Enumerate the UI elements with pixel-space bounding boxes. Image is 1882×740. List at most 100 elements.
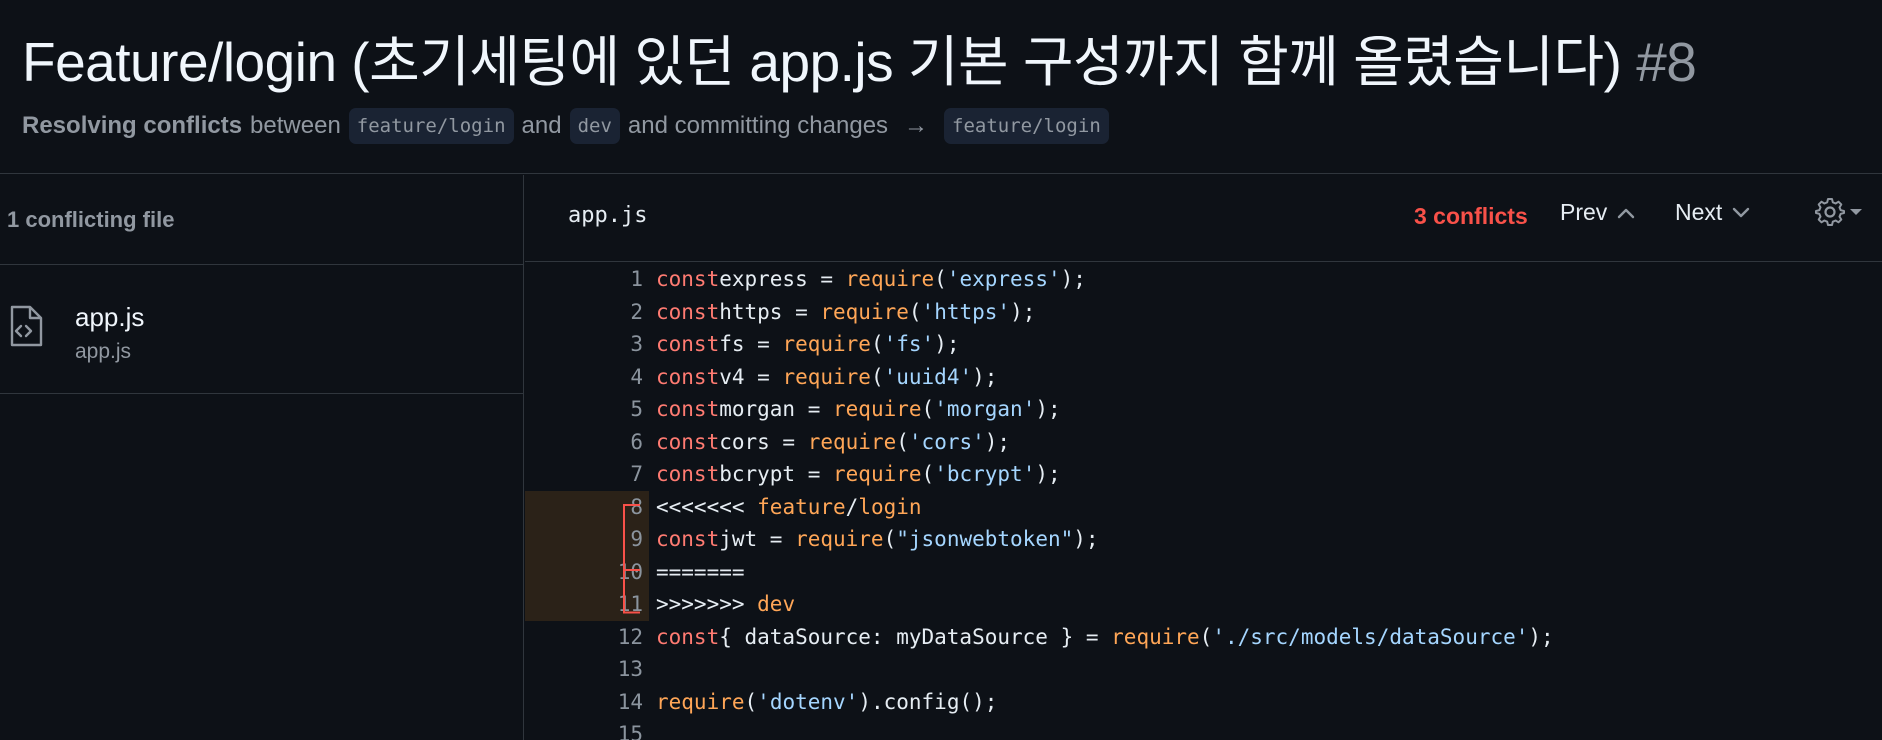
code-token: './src/models/dataSource' bbox=[1212, 624, 1529, 649]
code-token: login bbox=[858, 494, 922, 519]
line-text: const{ dataSource: myDataSource } = requ… bbox=[656, 621, 1554, 654]
sidebar-item-app-js[interactable]: app.js app.js bbox=[0, 265, 523, 394]
code-token: 'dotenv' bbox=[757, 689, 859, 714]
code-token: const bbox=[656, 429, 720, 454]
prev-conflict-button[interactable]: Prev bbox=[1560, 199, 1635, 226]
code-token: 'bcrypt' bbox=[934, 462, 1036, 486]
code-token: ( bbox=[883, 527, 897, 551]
code-token: require bbox=[782, 332, 871, 356]
code-line: 4 constv4 = require('uuid4'); bbox=[525, 361, 1882, 394]
code-token: morgan = bbox=[719, 397, 834, 421]
line-text: ======= bbox=[656, 556, 745, 589]
code-token: ======= bbox=[656, 559, 745, 584]
next-conflict-button[interactable]: Next bbox=[1675, 199, 1750, 226]
line-number: 6 bbox=[630, 429, 643, 454]
line-number: 5 bbox=[630, 397, 643, 421]
code-token: jwt = bbox=[719, 527, 796, 551]
conflict-file-sidebar: 1 conflicting file app.js app.js bbox=[0, 175, 524, 740]
code-token: express = bbox=[719, 267, 846, 291]
chevron-up-icon bbox=[1618, 208, 1635, 218]
code-token: 'https' bbox=[921, 299, 1011, 324]
line-number: 12 bbox=[617, 624, 643, 649]
code-line: 11 >>>>>>> dev bbox=[525, 588, 1882, 621]
code-line: 7 constbcrypt = require('bcrypt'); bbox=[525, 458, 1882, 491]
code-token: ).config(); bbox=[858, 689, 998, 714]
code-token: v4 = bbox=[719, 364, 783, 389]
code-token: ( bbox=[870, 364, 884, 389]
line-number: 2 bbox=[630, 299, 643, 324]
code-line: 5 constmorgan = require('morgan'); bbox=[525, 393, 1882, 426]
code-token: const bbox=[656, 624, 720, 649]
code-line: 6 constcors = require('cors'); bbox=[525, 426, 1882, 459]
code-token: require bbox=[1111, 624, 1200, 649]
code-token: bcrypt = bbox=[719, 462, 834, 486]
code-line: 3 constfs = require('fs'); bbox=[525, 328, 1882, 361]
code-token: ); bbox=[1060, 267, 1086, 291]
code-token: ( bbox=[921, 397, 935, 421]
code-token: 'cors' bbox=[908, 429, 985, 454]
code-token: ); bbox=[1035, 397, 1061, 421]
line-number: 3 bbox=[630, 332, 643, 356]
code-token: { dataSource: myDataSource } = bbox=[719, 624, 1112, 649]
line-number: 7 bbox=[630, 462, 643, 486]
sidebar-file-name: app.js bbox=[75, 302, 145, 332]
editor-toolbar: app.js 3 conflicts Prev Next bbox=[525, 175, 1882, 262]
code-token: ); bbox=[1073, 527, 1099, 551]
code-token: ( bbox=[908, 299, 922, 324]
line-text: constfs = require('fs'); bbox=[656, 328, 959, 361]
line-number: 13 bbox=[617, 657, 643, 681]
arrow-right-icon: → bbox=[904, 112, 929, 139]
code-line: 8 <<<<<<< feature/login bbox=[525, 490, 1882, 524]
code-token: ( bbox=[744, 689, 758, 714]
code-token: ( bbox=[896, 429, 909, 454]
code-token: require bbox=[795, 527, 884, 551]
prev-label: Prev bbox=[1560, 199, 1608, 225]
sidebar-file-path: app.js bbox=[75, 340, 132, 363]
code-token: require bbox=[807, 429, 897, 454]
subtitle-committing: and committing changes bbox=[627, 112, 889, 139]
base-branch-label: dev bbox=[569, 108, 620, 144]
pr-title: Feature/login (초기세팅에 있던 app.js 기본 구성까지 함… bbox=[22, 26, 1697, 98]
subtitle-between: between bbox=[250, 112, 341, 139]
pr-title-text: Feature/login (초기세팅에 있던 app.js 기본 구성까지 함… bbox=[22, 31, 1622, 93]
code-line: 14 require('dotenv').config(); bbox=[525, 686, 1882, 719]
conflicting-files-heading: 1 conflicting file bbox=[0, 175, 523, 265]
code-line: 15 bbox=[525, 718, 1882, 740]
code-token: 'uuid4' bbox=[883, 364, 973, 389]
code-token: dev bbox=[757, 592, 796, 616]
chevron-down-icon bbox=[1733, 207, 1750, 217]
next-label: Next bbox=[1675, 199, 1723, 225]
line-number: 15 bbox=[617, 722, 643, 740]
code-token: ); bbox=[984, 429, 1011, 454]
code-token: feature bbox=[757, 494, 846, 519]
line-text: constmorgan = require('morgan'); bbox=[656, 393, 1061, 426]
subtitle-resolving: Resolving conflicts bbox=[22, 112, 243, 139]
line-text: constexpress = require('express'); bbox=[656, 263, 1086, 296]
code-token: ); bbox=[1010, 299, 1036, 324]
code-token: const bbox=[656, 332, 720, 356]
target-branch-label: feature/login bbox=[944, 108, 1109, 144]
code-token: const bbox=[656, 462, 720, 486]
conflict-editor: app.js 3 conflicts Prev Next 1 constexpre… bbox=[525, 175, 1882, 740]
code-token: require bbox=[833, 397, 922, 421]
code-token: const bbox=[656, 364, 720, 389]
code-line: 10 ======= bbox=[525, 555, 1882, 589]
code-token: ); bbox=[1528, 624, 1554, 649]
line-text: <<<<<<< feature/login bbox=[656, 491, 922, 524]
code-token: 'fs' bbox=[883, 332, 935, 356]
merge-subtitle: Resolving conflicts between feature/logi… bbox=[22, 106, 1109, 146]
code-token: 'morgan' bbox=[934, 397, 1036, 421]
line-number: 1 bbox=[630, 267, 643, 291]
code-token: require bbox=[656, 689, 745, 714]
code-line: 9 constjwt = require("jsonwebtoken"); bbox=[525, 523, 1882, 556]
conflict-count: 3 conflicts bbox=[1414, 203, 1528, 229]
editor-file-name: app.js bbox=[568, 203, 648, 228]
subtitle-and: and bbox=[521, 112, 562, 139]
editor-settings-button[interactable] bbox=[1815, 197, 1863, 227]
code-token: ( bbox=[1199, 624, 1213, 649]
line-number: 4 bbox=[630, 364, 643, 389]
code-line: 13 bbox=[525, 653, 1882, 686]
code-token: 'express' bbox=[946, 267, 1061, 291]
code-view[interactable]: 1 constexpress = require('express'); 2 cons… bbox=[525, 263, 1882, 740]
pr-number: #8 bbox=[1636, 31, 1697, 93]
